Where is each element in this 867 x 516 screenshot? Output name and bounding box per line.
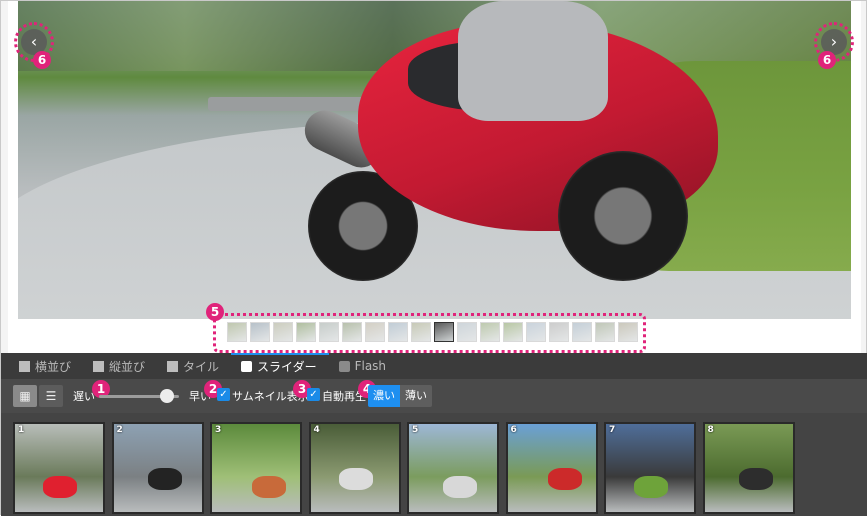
tab-label: Flash [354,359,387,373]
mini-thumbnail[interactable] [618,322,638,342]
callout-badge-5: 5 [206,303,224,321]
speed-slider-knob[interactable] [160,389,174,403]
thumbnail-motorcycle [252,476,286,498]
tab-flash[interactable]: Flash [329,353,398,379]
thumbnail-item[interactable]: 2 [111,422,204,514]
thumbnail-motorcycle [147,468,182,490]
list-view-button[interactable]: ☰ [39,385,63,407]
chevron-right-icon: › [830,32,838,51]
thumbnail-image [409,424,497,512]
thumbnail-motorcycle [634,476,668,498]
thumbnail-grid: 1 2 3 4 5 6 7 8 [1,413,867,516]
tab-label: タイル [183,359,220,374]
autoplay-checkbox[interactable]: ✓ [307,388,320,401]
callout-badge-6-right: 6 [818,51,836,69]
flash-icon [338,360,350,372]
tab-label: スライダー [257,359,317,374]
thumbnail-image [212,424,300,512]
layout-tab-bar: 横並び 縦並び タイル スライダー Flash [1,353,867,379]
tab-label: 縦並び [109,359,146,374]
tab-label: 横並び [35,359,72,374]
checkmark-icon: ✓ [219,389,228,400]
thumbnail-item[interactable]: 7 [604,422,696,514]
mini-thumbnail[interactable] [342,322,362,342]
thumbnail-item[interactable]: 6 [505,422,598,514]
thumbnail-item[interactable]: 5 [407,422,499,514]
thumbnail-motorcycle [43,476,77,498]
tab-slider[interactable]: スライダー [231,353,329,379]
tab-vertical[interactable]: 縦並び [83,353,157,379]
thumbnail-number: 6 [510,425,517,435]
tab-horizontal[interactable]: 横並び [9,353,83,379]
thumbnail-image [507,424,596,512]
thumbnail-number: 3 [215,425,222,435]
thumbnail-item[interactable]: 8 [702,422,795,514]
grid-icon [93,360,105,372]
thumbnail-motorcycle [738,468,773,490]
mini-thumbnail[interactable] [273,322,293,342]
mini-thumbnail[interactable] [434,322,454,342]
grid-view-button[interactable]: ▦ [13,385,37,407]
tile-icon [167,360,179,372]
mini-thumbnail-strip [227,322,638,342]
mini-thumbnail[interactable] [296,322,316,342]
mini-thumbnail[interactable] [526,322,546,342]
checkmark-icon: ✓ [309,389,318,400]
theme-dark-button[interactable]: 濃い [368,385,400,407]
list-view-icon: ☰ [45,389,57,403]
thumbnail-image [606,424,694,512]
grid-icon [19,360,30,372]
thumbnail-motorcycle [443,476,477,498]
mini-thumbnail[interactable] [549,322,569,342]
main-photo [18,1,851,319]
thumbnail-checkbox[interactable]: ✓ [217,388,230,401]
callout-badge-6-left: 6 [33,51,51,69]
thumbnail-number: 2 [116,425,123,435]
mini-thumbnail[interactable] [388,322,408,342]
slider-controls-bar: ▦ ☰ 遅い 1 早い 2 ✓ サムネイル表示 3 ✓ 自動再生 4 濃い 薄い [1,379,867,413]
slider-viewer: ‹ 6 › 6 [8,1,861,353]
thumbnail-number: 4 [313,425,320,435]
mini-thumbnail[interactable] [503,322,523,342]
grid-view-icon: ▦ [19,389,31,403]
theme-light-button[interactable]: 薄い [400,385,432,407]
thumbnail-item[interactable]: 4 [308,422,401,514]
mini-thumbnail[interactable] [227,322,247,342]
gallery-demo-frame: ‹ 6 › 6 5 横並び 縦並び タイル スライダー Flash ▦ ☰ 遅い… [0,0,867,516]
thumbnail-item[interactable]: 3 [210,422,302,514]
mini-thumbnail[interactable] [411,322,431,342]
tab-tile[interactable]: タイル [157,353,231,379]
chevron-left-icon: ‹ [30,32,38,51]
thumbnail-number: 5 [412,425,419,435]
mini-thumbnail[interactable] [595,322,615,342]
thumbnail-number: 8 [707,425,714,435]
slider-icon [241,360,253,372]
thumbnail-image [15,424,103,512]
mini-thumbnail[interactable] [457,322,477,342]
mini-thumbnail[interactable] [319,322,339,342]
thumbnail-motorcycle [547,468,582,490]
mini-thumbnail[interactable] [572,322,592,342]
thumbnail-number: 7 [609,425,616,435]
mini-thumbnail[interactable] [250,322,270,342]
thumbnail-motorcycle [338,468,373,490]
thumbnail-item[interactable]: 1 [13,422,105,514]
rider-image [458,1,608,121]
thumbnail-number: 1 [18,425,25,435]
theme-toggle: 濃い 薄い [368,385,432,407]
mini-thumbnail[interactable] [365,322,385,342]
mini-thumbnail[interactable] [480,322,500,342]
